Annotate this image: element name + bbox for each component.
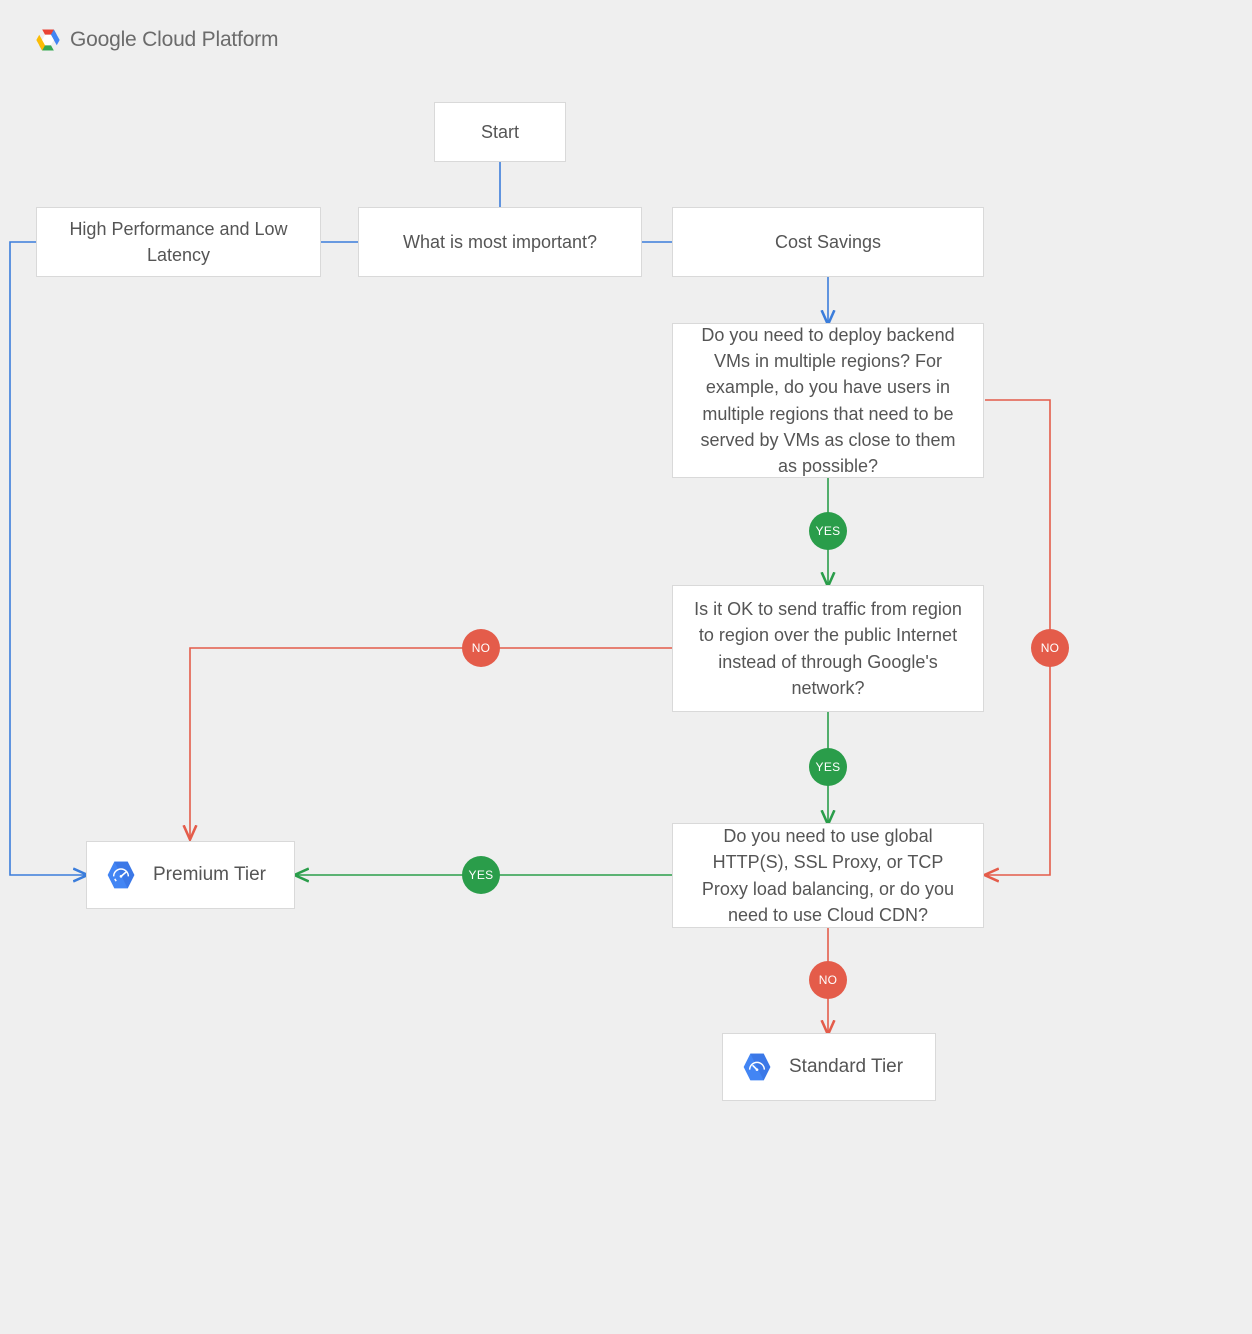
badge-yes-internet: YES: [809, 748, 847, 786]
node-label: Do you need to deploy backend VMs in mul…: [693, 322, 963, 479]
standard-tier-icon: [741, 1051, 773, 1083]
badge-no-internet: NO: [462, 629, 500, 667]
node-load-balancing: Do you need to use global HTTP(S), SSL P…: [672, 823, 984, 928]
node-label: High Performance and Low Latency: [57, 216, 300, 268]
premium-tier-icon: [105, 859, 137, 891]
badge-label: NO: [472, 641, 491, 655]
connectors: [0, 0, 1252, 1334]
node-label: Start: [481, 119, 519, 145]
badge-label: NO: [1041, 641, 1060, 655]
node-label: Is it OK to send traffic from region to …: [693, 596, 963, 700]
node-label: Do you need to use global HTTP(S), SSL P…: [693, 823, 963, 927]
node-premium-tier: Premium Tier: [86, 841, 295, 909]
badge-label: NO: [819, 973, 838, 987]
badge-no-lb: NO: [809, 961, 847, 999]
node-standard-tier: Standard Tier: [722, 1033, 936, 1101]
gcp-logo: Google Cloud Platform: [34, 26, 278, 54]
node-public-internet: Is it OK to send traffic from region to …: [672, 585, 984, 712]
badge-no-deploy: NO: [1031, 629, 1069, 667]
gcp-logo-text: Google Cloud Platform: [70, 28, 278, 52]
node-cost-savings: Cost Savings: [672, 207, 984, 277]
badge-label: YES: [816, 760, 841, 774]
node-high-performance: High Performance and Low Latency: [36, 207, 321, 277]
badge-label: YES: [469, 868, 494, 882]
badge-yes-lb: YES: [462, 856, 500, 894]
node-deploy-regions: Do you need to deploy backend VMs in mul…: [672, 323, 984, 478]
node-question-important: What is most important?: [358, 207, 642, 277]
node-label: What is most important?: [403, 229, 597, 255]
badge-yes-deploy: YES: [809, 512, 847, 550]
node-label: Premium Tier: [153, 861, 266, 889]
badge-label: YES: [816, 524, 841, 538]
gcp-hexagon-icon: [34, 26, 62, 54]
node-start: Start: [434, 102, 566, 162]
node-label: Standard Tier: [789, 1053, 903, 1081]
node-label: Cost Savings: [775, 229, 881, 255]
